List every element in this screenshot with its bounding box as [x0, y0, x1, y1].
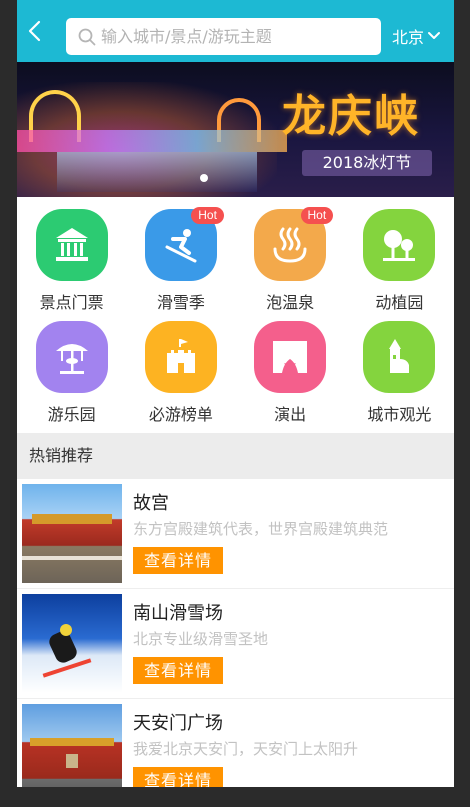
list-item[interactable]: 天安门广场 我爱北京天安门，天安门上太阳升 查看详情 — [17, 699, 454, 787]
skier-icon — [165, 229, 197, 263]
category-item-must-visit[interactable]: 必游榜单 — [126, 321, 235, 433]
header-bar: 北京 — [17, 0, 454, 62]
item-name: 南山滑雪场 — [133, 603, 223, 624]
category-label: 景点门票 — [39, 293, 104, 312]
view-details-button[interactable]: 查看详情 — [133, 767, 223, 787]
category-icon-bg — [35, 209, 108, 281]
search-icon — [78, 28, 96, 45]
recommend-list: 故宫 东方宫殿建筑代表，世界宫殿建筑典范 查看详情 南山滑雪场 北京专业级滑雪圣… — [17, 479, 454, 787]
banner-bridge — [17, 130, 287, 152]
category-label: 游乐园 — [47, 405, 96, 424]
category-grid: 景点门票 Hot 滑雪季 Hot 泡温泉 动植园 游乐园 必游榜单 演出 城市观… — [17, 197, 454, 433]
category-item-zoo-garden[interactable]: 动植园 — [345, 209, 454, 321]
category-label: 滑雪季 — [156, 293, 205, 312]
category-icon-bg — [254, 321, 327, 393]
item-description: 北京专业级滑雪圣地 — [133, 630, 269, 648]
category-icon-bg — [35, 321, 108, 393]
category-item-hot-spring[interactable]: Hot 泡温泉 — [236, 207, 345, 321]
section-title: 热销推荐 — [17, 433, 454, 479]
pavilion-icon — [55, 228, 88, 261]
banner-subtitle: 2018冰灯节 — [302, 150, 432, 176]
app-frame: 北京 龙庆峡 2018冰灯节 景点门票 — [17, 0, 454, 787]
item-name: 故宫 — [133, 493, 169, 514]
list-item[interactable]: 南山滑雪场 北京专业级滑雪圣地 查看详情 — [17, 589, 454, 699]
category-icon-bg — [363, 209, 436, 281]
category-item-ski[interactable]: Hot 滑雪季 — [126, 207, 235, 321]
hot-badge: Hot — [300, 207, 334, 224]
category-item-amusement-park[interactable]: 游乐园 — [17, 321, 126, 433]
back-arrow-icon[interactable] — [25, 20, 47, 42]
item-description: 我爱北京天安门，天安门上太阳升 — [133, 740, 359, 758]
category-item-tickets[interactable]: 景点门票 — [17, 209, 126, 321]
search-box[interactable] — [66, 18, 381, 55]
category-icon-bg — [144, 321, 217, 393]
tree-icon — [383, 230, 416, 261]
category-item-shows[interactable]: 演出 — [236, 321, 345, 433]
banner-title: 龙庆峡 — [282, 91, 420, 142]
view-details-button[interactable]: 查看详情 — [133, 547, 223, 574]
banner-ice-reflection — [57, 152, 257, 192]
castle-icon — [166, 339, 195, 373]
item-name: 天安门广场 — [133, 713, 223, 734]
thumbnail-forbidden-city — [22, 484, 122, 583]
hot-spring-icon — [273, 227, 307, 263]
category-icon-bg — [363, 321, 436, 393]
list-item[interactable]: 故宫 东方宫殿建筑代表，世界宫殿建筑典范 查看详情 — [17, 479, 454, 589]
carousel-icon — [55, 344, 88, 374]
category-label: 城市观光 — [367, 405, 432, 424]
hot-badge: Hot — [191, 207, 224, 224]
stage-icon — [273, 341, 308, 373]
search-input[interactable] — [101, 27, 371, 46]
city-label: 北京 — [392, 28, 425, 47]
city-selector[interactable]: 北京 — [392, 24, 441, 48]
tower-icon — [389, 339, 410, 373]
category-item-city-tour[interactable]: 城市观光 — [345, 321, 454, 433]
category-label: 必游榜单 — [148, 405, 213, 424]
category-label: 演出 — [274, 405, 307, 424]
category-label: 泡温泉 — [266, 293, 315, 312]
carousel-dot[interactable] — [200, 174, 208, 182]
chevron-down-icon — [428, 32, 441, 39]
view-details-button[interactable]: 查看详情 — [133, 657, 223, 684]
thumbnail-ski-resort — [22, 594, 122, 693]
thumbnail-tiananmen-square — [22, 704, 122, 787]
item-description: 东方宫殿建筑代表，世界宫殿建筑典范 — [133, 520, 389, 538]
banner-carousel[interactable]: 龙庆峡 2018冰灯节 — [17, 62, 454, 197]
category-label: 动植园 — [375, 293, 424, 312]
